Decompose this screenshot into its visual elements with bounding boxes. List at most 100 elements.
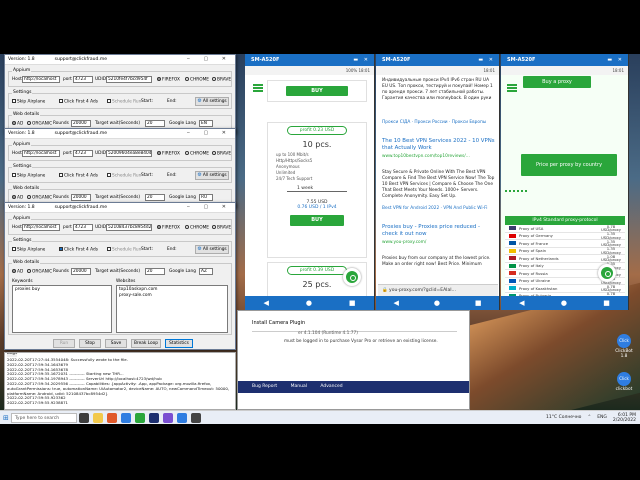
skip-airplane-checkbox[interactable]: Skip Airplane <box>12 173 45 179</box>
buy-proxy-button[interactable]: Buy a proxy <box>523 76 591 88</box>
host-input[interactable]: http://localhost <box>22 150 60 157</box>
windows-start-icon[interactable]: ⊞ <box>3 414 9 422</box>
run-button[interactable]: Run <box>53 339 75 348</box>
host-input[interactable]: http://localhost <box>22 76 60 83</box>
ad-sitelinks[interactable]: Прокси СІДА · Прокси России · Прокси Евр… <box>382 120 496 126</box>
recents-icon[interactable]: ■ <box>603 299 610 307</box>
skip-airplane-checkbox[interactable]: Skip Airplane <box>12 247 45 253</box>
schedule-checkbox[interactable]: Schedule Run <box>107 99 141 105</box>
ad-radio[interactable]: AD <box>12 269 23 275</box>
all-settings-button[interactable]: ⚙All settings <box>195 97 229 106</box>
brave-radio[interactable]: BRAVE <box>212 151 231 157</box>
terminal-icon[interactable] <box>190 412 201 423</box>
tray-arrow-icon[interactable]: ⌃ <box>587 415 591 420</box>
advanced-link[interactable]: Advanced <box>320 384 342 389</box>
visual-studio-icon[interactable] <box>162 412 173 423</box>
clickbot-window-1[interactable]: Version: 1.8 support@clickfraud.me ‒ ▢ ✕ A… <box>4 54 236 134</box>
chrome-radio[interactable]: CHROME <box>185 151 209 157</box>
skip-airplane-checkbox[interactable]: Skip Airplane <box>12 99 45 105</box>
schedule-checkbox[interactable]: Schedule Run <box>107 247 141 253</box>
organic-radio[interactable]: ORGANIC <box>27 269 52 275</box>
udid-input[interactable]: 52009604ea8e8404 <box>106 150 152 157</box>
target-wait-input[interactable]: 20 <box>145 268 165 275</box>
schedule-checkbox[interactable]: Schedule Run <box>107 173 141 179</box>
period-select[interactable]: 1 week <box>287 186 347 192</box>
vysor-window[interactable]: Install Camera Plugin er 4.1.104 (Runtim… <box>237 310 470 410</box>
click-first-checkbox[interactable]: Click First 4 Ads <box>59 99 98 105</box>
task-view-icon[interactable] <box>78 412 89 423</box>
result-title-proxy[interactable]: Proxies buy - Proxies price reduced - ch… <box>382 224 496 238</box>
language-indicator[interactable]: ENG <box>597 415 607 420</box>
organic-radio[interactable]: ORGANIC <box>27 121 52 127</box>
websites-textarea[interactable]: top10askxpn.com proxy-sale.com <box>116 285 228 333</box>
back-icon[interactable]: ◀ <box>263 299 268 307</box>
port-input[interactable]: 4723 <box>73 224 93 231</box>
google-lang-select[interactable]: RU <box>199 194 213 201</box>
chat-fab-icon[interactable] <box>343 268 361 286</box>
home-icon[interactable]: ● <box>434 299 440 307</box>
manual-link[interactable]: Manual <box>291 384 307 389</box>
back-icon[interactable]: ◀ <box>519 299 524 307</box>
rounds-input[interactable]: 20000 <box>71 120 91 127</box>
all-settings-button[interactable]: ⚙All settings <box>195 171 229 180</box>
result-sitelinks-vpn[interactable]: Best VPN for Android 2022 · VPN And Publ… <box>382 206 496 212</box>
recents-icon[interactable]: ■ <box>349 299 356 307</box>
bug-report-link[interactable]: Bug Report <box>252 384 277 389</box>
chrome-radio[interactable]: CHROME <box>185 77 209 83</box>
buy-button[interactable]: BUY <box>290 215 344 226</box>
price-by-country-button[interactable]: Price per proxy by country <box>521 154 617 176</box>
home-icon[interactable]: ● <box>306 299 312 307</box>
chat-fab-icon[interactable] <box>598 264 616 282</box>
google-lang-select[interactable]: EN <box>199 120 213 127</box>
menu-icon[interactable] <box>253 84 263 92</box>
firefox-radio[interactable]: FIREFOX <box>157 151 180 157</box>
install-plugin-heading[interactable]: Install Camera Plugin <box>252 320 305 326</box>
firefox-radio[interactable]: FIREFOX <box>157 77 180 83</box>
firefox-radio[interactable]: FIREFOX <box>157 225 180 231</box>
clickbot-taskbar-icon[interactable] <box>176 412 187 423</box>
organic-radio[interactable]: ORGANIC <box>27 195 52 201</box>
port-input[interactable]: 4723 <box>73 76 93 83</box>
all-settings-button[interactable]: ⚙All settings <box>195 245 229 254</box>
brave-radio[interactable]: BRAVE <box>212 225 231 231</box>
desktop-icon-clickbot-18[interactable]: Click ClickBot 1.8 <box>612 334 636 359</box>
taskbar-search[interactable]: Type here to search <box>10 412 77 423</box>
break-loop-button[interactable]: Break Loop <box>131 339 161 348</box>
ad-radio[interactable]: AD <box>12 195 23 201</box>
menu-icon[interactable] <box>507 84 517 92</box>
host-input[interactable]: http://localhost <box>22 224 60 231</box>
home-icon[interactable]: ● <box>561 299 567 307</box>
clickbot-window-2[interactable]: Version: 1.8 support@clickfraud.me ‒ ▢ ✕ A… <box>4 128 236 208</box>
target-wait-input[interactable]: 20 <box>145 194 165 201</box>
google-lang-select[interactable]: AZ <box>199 268 213 275</box>
target-wait-input[interactable]: 20 <box>145 120 165 127</box>
buy-button[interactable]: BUY <box>286 86 348 96</box>
clock[interactable]: 6:01 PM 2/20/2022 <box>613 413 636 423</box>
ad-radio[interactable]: AD <box>12 121 23 127</box>
udid-input[interactable]: 52108437bc8954d2 <box>106 224 152 231</box>
click-first-checkbox[interactable]: Click First 4 Ads <box>59 173 98 179</box>
vysor-icon[interactable] <box>148 412 159 423</box>
rounds-input[interactable]: 20000 <box>71 268 91 275</box>
udid-input[interactable]: 5210fe4f7bcd954f <box>106 76 152 83</box>
file-explorer-icon[interactable] <box>92 412 103 423</box>
browser-address-bar[interactable]: 🔒 you-proxy.com/?gclid=EAIaI... <box>378 284 498 296</box>
weather-widget[interactable]: 11°C Солнечно <box>546 415 581 420</box>
clickbot-window-3[interactable]: Version: 1.8 support@clickfraud.me ‒ ▢ ✕ A… <box>4 202 236 350</box>
click-first-checkbox[interactable]: Click First 4 Ads <box>59 247 98 253</box>
recents-icon[interactable]: ■ <box>475 299 482 307</box>
port-input[interactable]: 4723 <box>73 150 93 157</box>
edge-icon[interactable] <box>120 412 131 423</box>
brave-radio[interactable]: BRAVE <box>212 77 231 83</box>
rounds-input[interactable]: 20000 <box>71 194 91 201</box>
desktop-icon-clickbot[interactable]: Click clickbot <box>612 372 636 392</box>
firefox-icon[interactable] <box>106 412 117 423</box>
back-icon[interactable]: ◀ <box>393 299 398 307</box>
stop-button[interactable]: Stop <box>79 339 101 348</box>
logs-panel[interactable]: Logs 2022-02-20T17:27:44.3554048: Succes… <box>4 352 236 410</box>
chrome-icon[interactable] <box>134 412 145 423</box>
chrome-radio[interactable]: CHROME <box>185 225 209 231</box>
save-button[interactable]: Save <box>105 339 127 348</box>
statistics-button[interactable]: Statistics <box>165 339 193 348</box>
result-title-vpn[interactable]: The 10 Best VPN Services 2022 - 10 VPNs … <box>382 138 496 152</box>
